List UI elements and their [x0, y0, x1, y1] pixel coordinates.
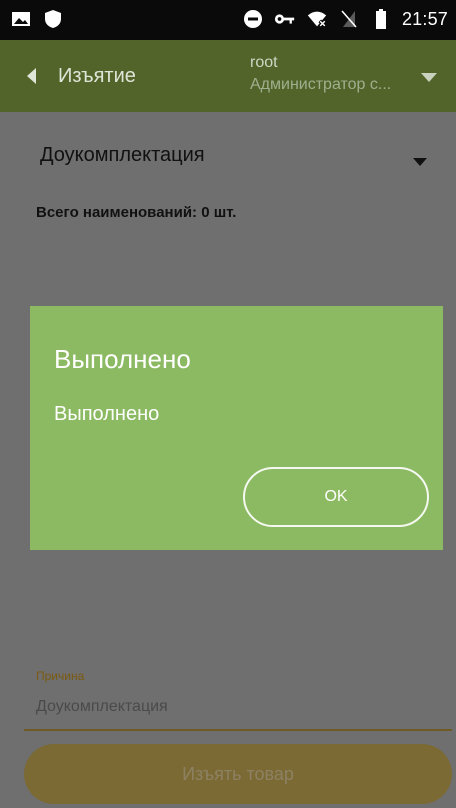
withdraw-item-button[interactable]: Изъять товар	[24, 744, 452, 804]
user-name: root	[250, 54, 278, 71]
reason-label: Причина	[36, 669, 85, 683]
battery-icon	[370, 8, 392, 30]
do-not-disturb-icon	[242, 8, 264, 30]
success-dialog: Выполнено Выполнено OK	[30, 306, 443, 550]
reason-field[interactable]: Доукомплектация	[36, 698, 168, 716]
withdraw-item-label: Изъять товар	[182, 763, 294, 784]
user-role: Администратор с...	[250, 76, 392, 93]
dialog-message: Выполнено	[54, 403, 160, 425]
user-dropdown-icon[interactable]	[420, 70, 438, 82]
chevron-down-icon[interactable]	[412, 154, 428, 166]
reason-underline	[24, 729, 452, 731]
wifi-x-icon	[306, 8, 328, 30]
withdrawal-type-select[interactable]: Доукомплектация	[40, 144, 205, 167]
key-icon	[274, 8, 296, 30]
status-bar: 21:57	[0, 0, 456, 40]
user-selector[interactable]: root Администратор с...	[250, 54, 420, 94]
back-arrow-icon	[27, 68, 36, 84]
no-sim-icon	[338, 8, 360, 30]
total-items-text: Всего наименований: 0 шт.	[36, 204, 237, 221]
shield-icon	[42, 8, 64, 30]
ok-label: OK	[324, 488, 348, 505]
dialog-title: Выполнено	[54, 344, 191, 374]
status-time: 21:57	[401, 8, 448, 29]
image-icon	[10, 8, 32, 30]
page-title: Изъятие	[58, 65, 136, 87]
back-button[interactable]	[20, 62, 44, 90]
ok-button[interactable]: OK	[243, 467, 429, 527]
app-bar: Изъятие root Администратор с...	[0, 40, 456, 112]
